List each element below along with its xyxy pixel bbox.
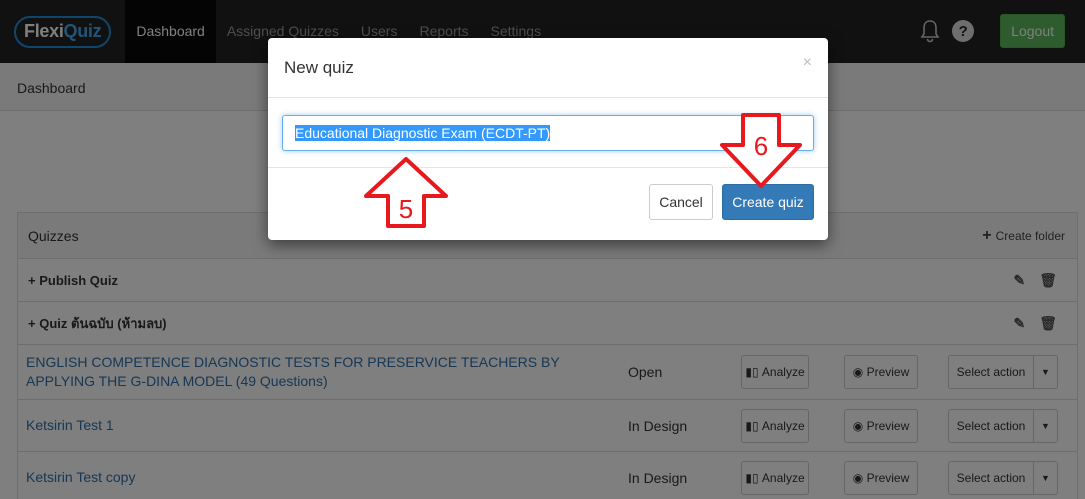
step-5-up-arrow: 5 xyxy=(364,157,448,228)
step-5-label: 5 xyxy=(399,194,413,224)
step-6-label: 6 xyxy=(754,131,768,161)
selected-text: Educational Diagnostic Exam (ECDT-PT) xyxy=(295,125,551,141)
modal-header: New quiz × xyxy=(268,38,828,98)
cancel-button[interactable]: Cancel xyxy=(649,184,713,220)
modal-title: New quiz xyxy=(284,58,354,77)
close-icon[interactable]: × xyxy=(803,54,812,77)
step-6-down-arrow: 6 xyxy=(720,113,802,188)
